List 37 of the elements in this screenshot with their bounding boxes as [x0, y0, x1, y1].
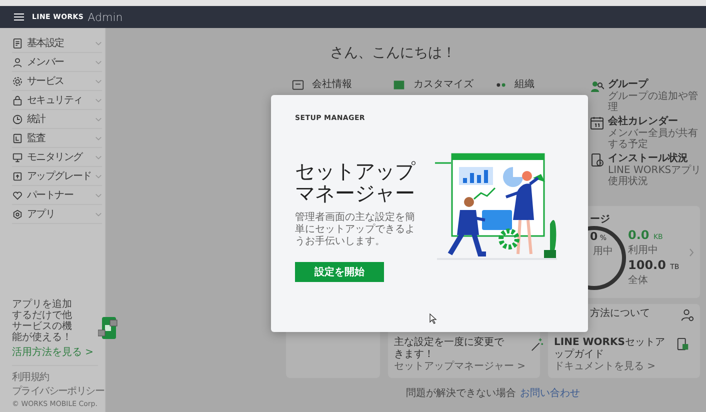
sidebar-item[interactable]: セキュリティ	[12, 91, 102, 110]
shortcut-item[interactable]: カスタマイズ	[387, 79, 489, 91]
product-name: Admin	[88, 10, 123, 24]
sidebar-item[interactable]: 監査	[12, 129, 102, 148]
shortcut-description: LINE WORKSアプリ使用状況	[608, 165, 702, 187]
sidebar-item[interactable]: アップグレード	[12, 167, 102, 186]
sidebar-item[interactable]: パートナー	[12, 186, 102, 205]
shortcut-title: インストール状況	[608, 153, 689, 164]
shortcut-title: 会社カレンダー	[608, 116, 679, 128]
shortcut-item[interactable]: 組織	[488, 79, 590, 91]
shortcut-description: メンバー全員が共有する予定	[608, 128, 699, 150]
help-link[interactable]: セットアップマネージャー >	[394, 361, 526, 373]
sidebar-item[interactable]: サービス	[12, 72, 102, 91]
used-label: 利用中	[628, 244, 659, 257]
sidebar-item[interactable]: モニタリング	[12, 148, 102, 167]
total-label: 全体	[628, 274, 649, 287]
terms-link[interactable]: 利用規約	[12, 370, 49, 384]
shortcut-title: グループ	[608, 79, 650, 90]
help-link[interactable]: ドキュメントを見る >	[554, 361, 672, 373]
sidebar-item[interactable]: 基本設定	[12, 34, 102, 53]
greeting-text: さん、こんにちは！	[330, 45, 457, 61]
sidebar-item[interactable]: 統計	[12, 110, 102, 129]
shortcut-item[interactable]: 会社情報	[286, 79, 388, 91]
privacy-link[interactable]: プライバシーポリシー	[12, 384, 104, 398]
modal-title: セットアップ マネージャー	[295, 160, 416, 204]
modal-description: 管理者画面の主な設定を簡単にセットアップできるようお手伝いします。	[295, 212, 416, 248]
sidebar-item[interactable]: アプリ	[12, 205, 102, 224]
storage-title: ージ	[590, 213, 611, 226]
help-title: 主な設定を一度に変更できます！	[394, 337, 505, 360]
start-setup-button[interactable]: 設定を開始	[295, 262, 384, 282]
help-title: LINE WORKSセットアップガイド	[554, 337, 666, 361]
help-title: 方法について	[590, 308, 650, 320]
shortcut-description: グループの追加や管理	[608, 91, 699, 113]
promo-text: アプリを追加するだけで他サービスの機能が使える！	[12, 299, 73, 343]
usage-label: 用中	[593, 244, 613, 258]
sidebar-item[interactable]: メンバー	[12, 53, 102, 72]
help-text: 問題が解決できない場合	[406, 388, 516, 399]
